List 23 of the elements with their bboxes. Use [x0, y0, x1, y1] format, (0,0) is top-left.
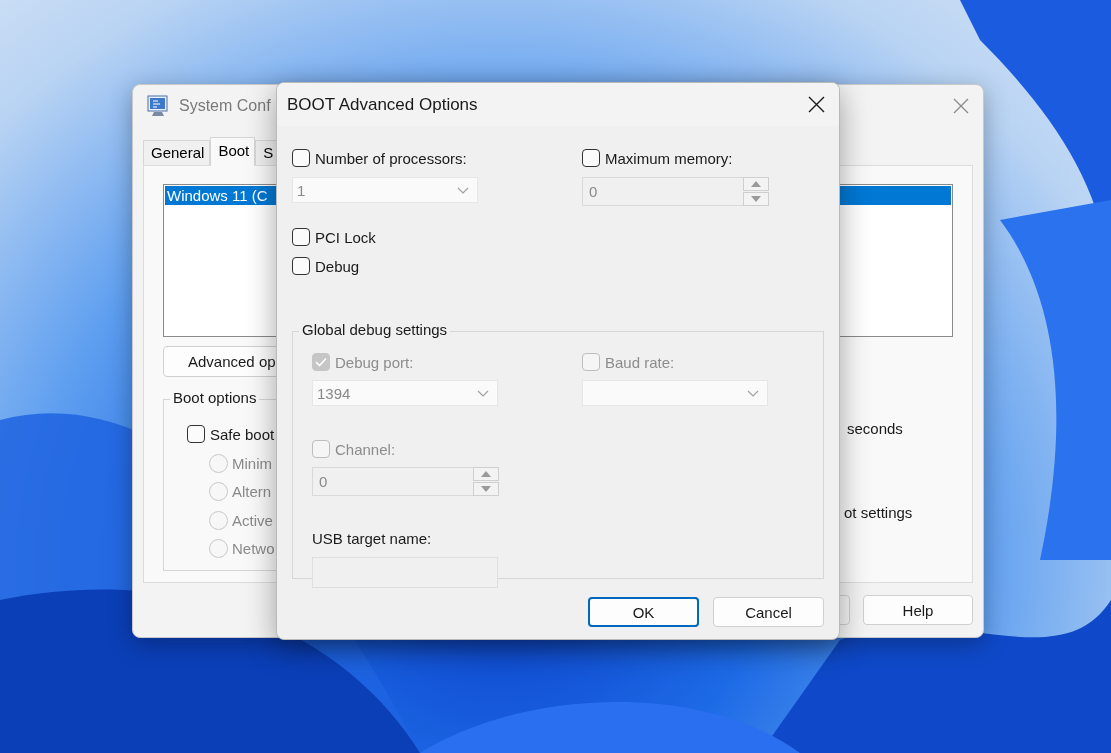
- group-title: Global debug settings: [299, 321, 451, 338]
- checkbox-label: PCI Lock: [315, 228, 376, 246]
- radio-label: Active: [232, 511, 273, 529]
- dialog-button[interactable]: Cancel: [713, 597, 824, 627]
- radio-label: Netwo: [232, 540, 275, 557]
- checkbox-label: Number of processors:: [315, 149, 467, 167]
- radio-label: Minim: [232, 454, 272, 472]
- checkbox-label: Baud rate:: [605, 353, 675, 371]
- help-button[interactable]: Help: [863, 595, 973, 625]
- dialog-button[interactable]: OK: [588, 597, 699, 627]
- group-title: Boot options: [170, 389, 260, 406]
- radio-label: Altern: [232, 483, 272, 500]
- field-label: USB target name:: [312, 529, 433, 549]
- checkbox-label: Debug: [315, 257, 360, 275]
- settings-label: ot settings: [844, 504, 913, 521]
- checkbox-label: Maximum memory:: [605, 149, 733, 167]
- window-title: System Conf: [179, 97, 271, 115]
- checkbox-label: Safe boot: [210, 425, 275, 443]
- tab[interactable]: General: [143, 140, 211, 165]
- dialog-title: BOOT Advanced Options: [287, 94, 479, 115]
- timeout-unit-label: seconds: [847, 420, 903, 437]
- tab[interactable]: Boot: [210, 137, 256, 166]
- checkbox-label: Channel:: [335, 440, 396, 458]
